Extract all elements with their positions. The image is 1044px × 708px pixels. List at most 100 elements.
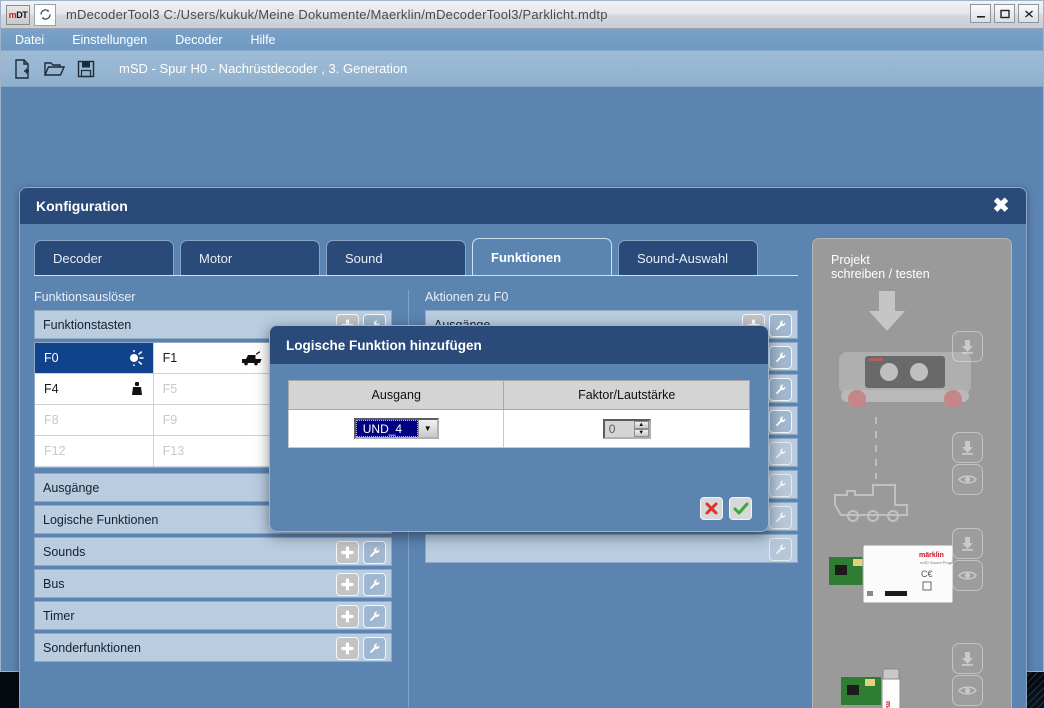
tab-funktionen[interactable]: Funktionen bbox=[472, 238, 612, 276]
action-row-buttons bbox=[769, 506, 792, 529]
document-icon[interactable] bbox=[34, 4, 56, 26]
decoder-type-label: mSD - Spur H0 - Nachrüstdecoder , 3. Gen… bbox=[119, 61, 407, 76]
group-bus[interactable]: Bus bbox=[34, 569, 392, 598]
new-file-icon[interactable] bbox=[9, 56, 35, 82]
action-row[interactable] bbox=[425, 534, 798, 563]
tab-sound[interactable]: Sound bbox=[326, 240, 466, 276]
add-icon[interactable] bbox=[336, 637, 359, 660]
title-bar: mDT mDecoderTool3 C:/Users/kukuk/Meine D… bbox=[1, 1, 1043, 29]
wrench-icon[interactable] bbox=[769, 314, 792, 337]
tab-motor[interactable]: Motor bbox=[180, 240, 320, 276]
wrench-icon[interactable] bbox=[769, 442, 792, 465]
ausgang-select[interactable]: UND_4 ▼ bbox=[354, 418, 439, 439]
read-from-loco-button[interactable] bbox=[952, 464, 983, 495]
wrench-icon[interactable] bbox=[363, 541, 386, 564]
function-key-label: F13 bbox=[163, 444, 185, 458]
function-key-label: F12 bbox=[44, 444, 66, 458]
function-key-f0[interactable]: F0 bbox=[35, 343, 154, 374]
wrench-icon[interactable] bbox=[363, 573, 386, 596]
function-key-f1[interactable]: F1 bbox=[154, 343, 273, 374]
faktor-stepper[interactable]: 0 ▲ ▼ bbox=[603, 419, 651, 439]
light-bulb-icon bbox=[124, 350, 144, 366]
group-timer[interactable]: Timer bbox=[34, 601, 392, 630]
confirm-button[interactable] bbox=[729, 497, 752, 520]
menu-item-decoder[interactable]: Decoder bbox=[161, 29, 236, 51]
chevron-down-icon[interactable]: ▼ bbox=[418, 420, 437, 437]
function-key-label: F9 bbox=[163, 413, 178, 427]
function-key-f5[interactable]: F5 bbox=[154, 374, 273, 405]
tab-sound-auswahl[interactable]: Sound-Auswahl bbox=[618, 240, 758, 276]
open-folder-icon[interactable] bbox=[41, 56, 67, 82]
function-key-label: F0 bbox=[44, 351, 59, 365]
horn-icon bbox=[130, 381, 144, 397]
group-label: Funktionstasten bbox=[43, 318, 131, 332]
read-from-programmer-button[interactable] bbox=[952, 560, 983, 591]
menu-bar: Datei Einstellungen Decoder Hilfe bbox=[1, 29, 1043, 51]
projekt-title: Projekt schreiben / testen bbox=[813, 239, 1011, 281]
group-buttons bbox=[336, 605, 386, 628]
usb-stick-illustration: märklin bbox=[841, 651, 951, 708]
stepper-up-icon[interactable]: ▲ bbox=[634, 421, 649, 429]
group-sounds[interactable]: Sounds bbox=[34, 537, 392, 566]
konfiguration-header: Konfiguration ✖ bbox=[20, 188, 1026, 224]
write-to-central-station-button[interactable] bbox=[952, 331, 983, 362]
group-sonderfunktionen[interactable]: Sonderfunktionen bbox=[34, 633, 392, 662]
add-icon[interactable] bbox=[336, 605, 359, 628]
connector-line bbox=[873, 417, 879, 479]
wrench-icon[interactable] bbox=[769, 346, 792, 369]
function-key-label: F5 bbox=[163, 382, 178, 396]
tab-decoder[interactable]: Decoder bbox=[34, 240, 174, 276]
maximize-button[interactable] bbox=[994, 4, 1015, 23]
dialog-footer bbox=[270, 485, 768, 531]
funktionsausloeser-label: Funktionsauslöser bbox=[34, 290, 392, 304]
wrench-icon[interactable] bbox=[769, 378, 792, 401]
group-label: Sounds bbox=[43, 545, 85, 559]
dialog-header: Logische Funktion hinzufügen bbox=[270, 326, 768, 364]
function-key-f9[interactable]: F9 bbox=[154, 405, 273, 436]
add-icon[interactable] bbox=[336, 573, 359, 596]
wrench-icon[interactable] bbox=[363, 605, 386, 628]
add-icon[interactable] bbox=[336, 541, 359, 564]
stepper-down-icon[interactable]: ▼ bbox=[634, 429, 649, 437]
group-label: Ausgänge bbox=[43, 481, 99, 495]
wrench-icon[interactable] bbox=[769, 538, 792, 561]
smoke-generator-icon bbox=[241, 351, 262, 366]
aktionen-label: Aktionen zu F0 bbox=[425, 290, 798, 304]
menu-item-hilfe[interactable]: Hilfe bbox=[237, 29, 290, 51]
logo-dt: DT bbox=[16, 10, 27, 20]
menu-item-datei[interactable]: Datei bbox=[1, 29, 58, 51]
svg-text:C€: C€ bbox=[921, 569, 933, 579]
logische-funktion-dialog: Logische Funktion hinzufügen Ausgang Fak… bbox=[269, 325, 769, 532]
function-key-f8[interactable]: F8 bbox=[35, 405, 154, 436]
function-key-f13[interactable]: F13 bbox=[154, 436, 273, 467]
write-to-programmer-button[interactable] bbox=[952, 528, 983, 559]
close-button[interactable] bbox=[1018, 4, 1039, 23]
action-row-buttons bbox=[769, 442, 792, 465]
group-label: Logische Funktionen bbox=[43, 513, 158, 527]
write-to-stick-button[interactable] bbox=[952, 643, 983, 674]
ausgang-cell: UND_4 ▼ bbox=[289, 410, 504, 448]
faktor-cell: 0 ▲ ▼ bbox=[504, 410, 750, 448]
read-from-stick-button[interactable] bbox=[952, 675, 983, 706]
close-icon[interactable]: ✖ bbox=[990, 195, 1012, 217]
write-to-loco-button[interactable] bbox=[952, 432, 983, 463]
function-key-f12[interactable]: F12 bbox=[35, 436, 154, 467]
locomotive-illustration bbox=[831, 477, 921, 523]
wrench-icon[interactable] bbox=[769, 506, 792, 529]
svg-text:märklin: märklin bbox=[884, 701, 891, 708]
minimize-button[interactable] bbox=[970, 4, 991, 23]
menu-item-einstellungen[interactable]: Einstellungen bbox=[58, 29, 161, 51]
svg-text:märklin: märklin bbox=[919, 552, 944, 559]
cancel-button[interactable] bbox=[700, 497, 723, 520]
wrench-icon[interactable] bbox=[769, 410, 792, 433]
window-controls bbox=[970, 4, 1039, 23]
panel-title: Konfiguration bbox=[36, 198, 128, 214]
group-buttons bbox=[336, 541, 386, 564]
function-key-f4[interactable]: F4 bbox=[35, 374, 154, 405]
application-window: mDT mDecoderTool3 C:/Users/kukuk/Meine D… bbox=[0, 0, 1044, 672]
save-disk-icon[interactable] bbox=[73, 56, 99, 82]
tab-strip: Decoder Motor Sound Funktionen Sound-Aus… bbox=[34, 238, 798, 276]
wrench-icon[interactable] bbox=[363, 637, 386, 660]
wrench-icon[interactable] bbox=[769, 474, 792, 497]
function-key-label: F8 bbox=[44, 413, 59, 427]
